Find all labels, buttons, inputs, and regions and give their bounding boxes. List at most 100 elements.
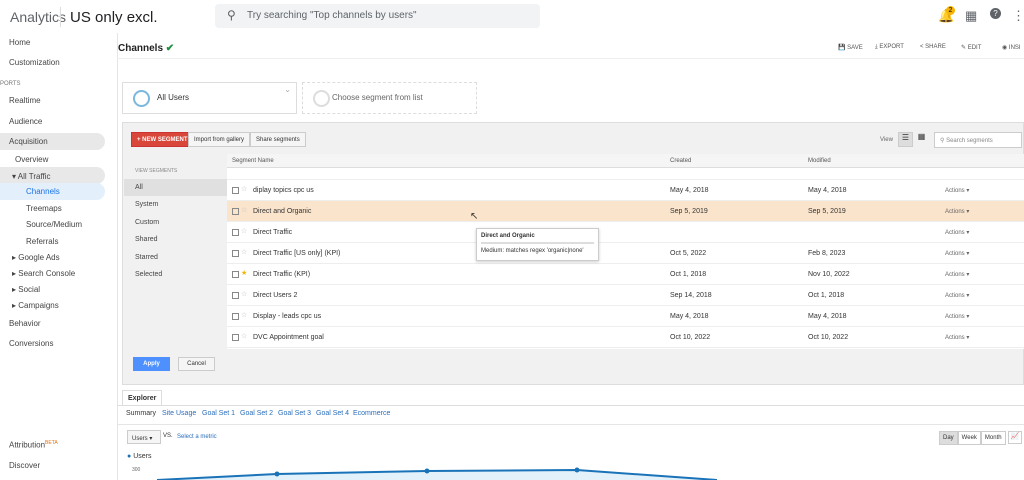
- actions-dropdown[interactable]: Actions ▾: [945, 292, 969, 299]
- actions-dropdown[interactable]: Actions ▾: [945, 334, 969, 341]
- sidebar-item-acquisition[interactable]: Acquisition: [9, 137, 48, 146]
- sidebar-item-realtime[interactable]: Realtime: [9, 96, 41, 105]
- sidebar-item-source-medium[interactable]: Source/Medium: [26, 220, 82, 229]
- cancel-button[interactable]: Cancel: [178, 357, 215, 371]
- edit-button[interactable]: ✎ EDIT: [961, 44, 981, 51]
- list-view-icon[interactable]: ☰: [898, 132, 913, 147]
- row-checkbox[interactable]: [232, 271, 239, 278]
- sidebar-item-conversions[interactable]: Conversions: [9, 339, 53, 348]
- star-icon[interactable]: ☆: [241, 332, 247, 340]
- insights-button[interactable]: ◉ INSI: [1002, 44, 1021, 51]
- sidebar-item-audience[interactable]: Audience: [9, 117, 42, 126]
- import-gallery-button[interactable]: Import from gallery: [188, 132, 251, 147]
- chart-type-icon[interactable]: 📈: [1008, 431, 1022, 444]
- export-button[interactable]: ⤓ EXPORT: [875, 44, 904, 51]
- choose-segment[interactable]: Choose segment from list: [302, 82, 477, 114]
- select-metric-link[interactable]: Select a metric: [177, 434, 217, 440]
- apply-button[interactable]: Apply: [133, 357, 170, 371]
- app-brand[interactable]: Analytics: [10, 9, 66, 25]
- table-row[interactable]: ☆ diplay topics cpc us May 4, 2018 May 4…: [227, 180, 1024, 201]
- segment-name[interactable]: Direct and Organic: [253, 208, 311, 215]
- view-all[interactable]: All: [124, 179, 227, 196]
- column-modified[interactable]: Modified: [808, 158, 831, 164]
- share-segments-button[interactable]: Share segments: [250, 132, 306, 147]
- column-segment-name[interactable]: Segment Name: [232, 158, 274, 164]
- subtab-goal-set-4[interactable]: Goal Set 4: [316, 410, 349, 417]
- star-icon[interactable]: ★: [241, 269, 247, 277]
- search-input[interactable]: ⚲ Try searching "Top channels by users": [215, 4, 540, 28]
- row-checkbox[interactable]: [232, 187, 239, 194]
- sidebar-item-home[interactable]: Home: [9, 38, 30, 47]
- actions-dropdown[interactable]: Actions ▾: [945, 187, 969, 194]
- segment-name[interactable]: Direct Traffic [US only] (KPI): [253, 250, 340, 257]
- sidebar-item-discover[interactable]: Discover: [9, 461, 40, 470]
- row-checkbox[interactable]: [232, 250, 239, 257]
- save-button[interactable]: 💾 SAVE: [838, 44, 863, 51]
- table-row[interactable]: ☆ Display - leads cpc us May 4, 2018 May…: [227, 306, 1024, 327]
- row-checkbox[interactable]: [232, 334, 239, 341]
- subtab-goal-set-3[interactable]: Goal Set 3: [278, 410, 311, 417]
- segment-name[interactable]: Direct Users 2: [253, 292, 297, 299]
- table-row[interactable]: ★ Direct Traffic (KPI) Oct 1, 2018 Nov 1…: [227, 264, 1024, 285]
- metric-select[interactable]: Users ▾: [127, 430, 161, 444]
- row-checkbox[interactable]: [232, 229, 239, 236]
- sidebar-item-behavior[interactable]: Behavior: [9, 319, 41, 328]
- new-segment-button[interactable]: + NEW SEGMENT: [131, 132, 194, 147]
- grid-view-icon[interactable]: ▦: [914, 132, 929, 147]
- sidebar-item-overview[interactable]: Overview: [15, 155, 48, 164]
- range-day[interactable]: Day: [939, 431, 958, 445]
- sidebar-item-referrals[interactable]: Referrals: [26, 237, 58, 246]
- row-checkbox[interactable]: [232, 313, 239, 320]
- sidebar-item-all-traffic[interactable]: ▾ All Traffic: [12, 172, 51, 181]
- sidebar-item-google-ads[interactable]: ▸ Google Ads: [12, 253, 60, 262]
- sidebar-item-search-console[interactable]: ▸ Search Console: [12, 269, 75, 278]
- table-row[interactable]: ☆ Direct Users 2 Sep 14, 2018 Oct 1, 201…: [227, 285, 1024, 306]
- subtab-site-usage[interactable]: Site Usage: [162, 410, 196, 417]
- subtab-ecommerce[interactable]: Ecommerce: [353, 410, 390, 417]
- view-selected[interactable]: Selected: [124, 266, 227, 283]
- star-icon[interactable]: ☆: [241, 206, 247, 214]
- more-vert-icon[interactable]: ⋮: [1012, 8, 1024, 24]
- view-shared[interactable]: Shared: [124, 231, 227, 248]
- star-icon[interactable]: ☆: [241, 185, 247, 193]
- actions-dropdown[interactable]: Actions ▾: [945, 229, 969, 236]
- sidebar-item-social[interactable]: ▸ Social: [12, 285, 40, 294]
- view-custom[interactable]: Custom: [124, 214, 227, 231]
- row-checkbox[interactable]: [232, 208, 239, 215]
- subtab-goal-set-1[interactable]: Goal Set 1: [202, 410, 235, 417]
- actions-dropdown[interactable]: Actions ▾: [945, 271, 969, 278]
- actions-dropdown[interactable]: Actions ▾: [945, 250, 969, 257]
- sidebar-item-channels[interactable]: Channels: [26, 187, 60, 196]
- star-icon[interactable]: ☆: [241, 311, 247, 319]
- view-starred[interactable]: Starred: [124, 249, 227, 266]
- table-row[interactable]: ☆ Direct Traffic [US only] (KPI) Oct 5, …: [227, 243, 1024, 264]
- range-month[interactable]: Month: [980, 431, 1006, 445]
- apps-grid-icon[interactable]: ▦: [965, 8, 977, 24]
- search-segments-input[interactable]: ⚲ Search segments: [934, 132, 1022, 148]
- segment-name[interactable]: Display - leads cpc us: [253, 313, 321, 320]
- segment-name[interactable]: Direct Traffic: [253, 229, 292, 236]
- table-row[interactable]: ☆ Direct Traffic Actions ▾: [227, 222, 1024, 243]
- actions-dropdown[interactable]: Actions ▾: [945, 313, 969, 320]
- sidebar-item-treemaps[interactable]: Treemaps: [26, 204, 62, 213]
- row-checkbox[interactable]: [232, 292, 239, 299]
- range-week[interactable]: Week: [957, 431, 981, 445]
- star-icon[interactable]: ☆: [241, 227, 247, 235]
- sidebar-item-customization[interactable]: Customization: [9, 58, 60, 67]
- sidebar-item-campaigns[interactable]: ▸ Campaigns: [12, 301, 59, 310]
- column-created[interactable]: Created: [670, 158, 691, 164]
- view-system[interactable]: System: [124, 196, 227, 213]
- share-button[interactable]: < SHARE: [920, 44, 946, 50]
- tab-explorer[interactable]: Explorer: [122, 390, 163, 406]
- subtab-goal-set-2[interactable]: Goal Set 2: [240, 410, 273, 417]
- table-row[interactable]: ☆ Direct and Organic Sep 5, 2019 Sep 5, …: [227, 201, 1024, 222]
- segment-name[interactable]: DVC Appointment goal: [253, 334, 324, 341]
- help-icon[interactable]: ?: [990, 8, 1001, 19]
- sidebar-item-attribution[interactable]: AttributionBETA: [9, 440, 58, 450]
- star-icon[interactable]: ☆: [241, 248, 247, 256]
- table-row[interactable]: ☆ DVC Appointment goal Oct 10, 2022 Oct …: [227, 327, 1024, 348]
- segment-name[interactable]: diplay topics cpc us: [253, 187, 314, 194]
- property-selector[interactable]: US only excl.: [70, 9, 158, 26]
- subtab-summary[interactable]: Summary: [126, 410, 156, 417]
- star-icon[interactable]: ☆: [241, 290, 247, 298]
